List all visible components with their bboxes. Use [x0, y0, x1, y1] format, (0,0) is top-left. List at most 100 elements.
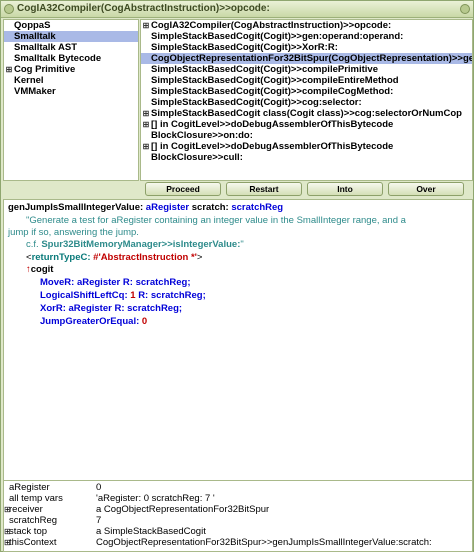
inspector-value: 0 — [96, 482, 102, 493]
stack-frame-item[interactable]: ⊞[] in CogitLevel>>doDebugAssemblerOfThi… — [141, 119, 472, 130]
arg: aRegister — [68, 303, 112, 314]
proceed-button[interactable]: Proceed — [145, 182, 221, 196]
stack-frame-item[interactable]: SimpleStackBasedCogit(Cogit)>>compileCog… — [141, 86, 472, 97]
msg-logicalShiftLeftCq: LogicalShiftLeftCq: — [40, 290, 128, 301]
package-label: Smalltalk Bytecode — [14, 53, 102, 64]
cascade-line-2: LogicalShiftLeftCq: 1 R: scratchReg; — [40, 290, 206, 302]
package-label: QoppaS — [14, 20, 51, 31]
stack-frame-item[interactable]: SimpleStackBasedCogit(Cogit)>>compileEnt… — [141, 75, 472, 86]
package-item[interactable]: Kernel — [4, 75, 138, 86]
restart-button[interactable]: Restart — [226, 182, 302, 196]
stack-frame-item[interactable]: SimpleStackBasedCogit(Cogit)>>gen:operan… — [141, 31, 472, 42]
inspector-key: scratchReg — [9, 515, 58, 526]
context-inspector[interactable]: aRegister 0 all temp vars 'aRegister: 0 scr… — [3, 480, 473, 552]
inspector-row[interactable]: scratchReg 7 — [4, 516, 472, 526]
code-editor[interactable]: genJumpIsSmallIntegerValue: aRegister sc… — [3, 199, 473, 481]
window-title: CogIA32Compiler(CogAbstractInstruction)>… — [17, 3, 270, 14]
package-label: Cog Primitive — [14, 64, 76, 75]
into-button[interactable]: Into — [307, 182, 383, 196]
inspector-row[interactable]: ⊞ thisContext CogObjectRepresentationFor32… — [4, 538, 472, 548]
msg-xorR: XorR: — [40, 303, 66, 314]
package-label: Kernel — [14, 75, 44, 86]
stack-frame-item[interactable]: ⊞ SimpleStackBasedCogit class(Cogit class… — [141, 108, 472, 119]
expand-icon[interactable]: ⊞ — [4, 64, 14, 75]
inspector-row[interactable]: ⊞ receiver a CogObjectRepresentationFor32B… — [4, 505, 472, 515]
stack-frame-label: SimpleStackBasedCogit class(Cogit class)… — [151, 108, 462, 119]
stack-frame-item[interactable]: ⊞ CogIA32Compiler(CogAbstractInstruction)… — [141, 20, 472, 31]
title-bar[interactable]: CogIA32Compiler(CogAbstractInstruction)>… — [1, 1, 473, 18]
debugger-toolbar: Proceed Restart Into Over — [141, 182, 471, 196]
stack-frame-item[interactable]: CogObjectRepresentationFor32BitSpur(CogO… — [141, 53, 472, 64]
inspector-value: a SimpleStackBasedCogit — [96, 526, 206, 537]
pragma-close: > — [196, 252, 203, 263]
pragma-argument: #'AbstractInstruction *' — [93, 252, 197, 263]
stack-frame-label: SimpleStackBasedCogit(Cogit)>>compilePri… — [151, 64, 379, 75]
literal-number: 0 — [141, 316, 148, 327]
stack-frame-item[interactable]: SimpleStackBasedCogit(Cogit)>>XorR:R: — [141, 42, 472, 53]
package-item[interactable]: VMMaker — [4, 86, 138, 97]
stack-frame-label: SimpleStackBasedCogit(Cogit)>>compileEnt… — [151, 75, 399, 86]
selector-keyword: genJumpIsSmallIntegerValue: — [8, 202, 144, 213]
expand-icon[interactable]: ⊞ — [141, 108, 151, 119]
stack-frame-label: CogObjectRepresentationFor32BitSpur(CogO… — [151, 53, 472, 64]
stack-frame-label: SimpleStackBasedCogit(Cogit)>>cog:select… — [151, 97, 362, 108]
stack-frame-item[interactable]: SimpleStackBasedCogit(Cogit)>>cog:select… — [141, 97, 472, 108]
comment-reference: Spur32BitMemoryManager>>isIntegerValue: — [41, 239, 241, 250]
msg-kw: R: — [122, 277, 133, 288]
inspector-value: CogObjectRepresentationFor32BitSpur>>gen… — [96, 537, 432, 548]
stack-frame-label: [] in CogitLevel>>doDebugAssemblerOfThis… — [151, 141, 394, 152]
method-comment-line-3: c.f. Spur32BitMemoryManager>>isIntegerVa… — [26, 239, 244, 251]
inspector-value: 'aRegister: 0 scratchReg: 7 ' — [96, 493, 215, 504]
package-item[interactable]: Smalltalk — [4, 31, 138, 42]
close-icon[interactable] — [4, 4, 14, 14]
stack-frame-item[interactable]: BlockClosure>>cull: — [141, 152, 472, 163]
msg-jumpGreaterOrEqual: JumpGreaterOrEqual: — [40, 316, 140, 327]
stack-frame-label: BlockClosure>>cull: — [151, 152, 243, 163]
debugger-window: CogIA32Compiler(CogAbstractInstruction)>… — [0, 0, 474, 552]
inspector-key: receiver — [9, 504, 43, 515]
expand-icon[interactable]: ⊞ — [141, 119, 151, 130]
inspector-key: stack top — [9, 526, 48, 537]
return-statement: ↑cogit — [26, 264, 53, 276]
method-comment-line-2: jump if so, answering the jump. — [8, 227, 139, 238]
stack-frame-label: CogIA32Compiler(CogAbstractInstruction)>… — [151, 20, 392, 31]
pragma: <returnTypeC: #'AbstractInstruction *'> — [26, 252, 202, 264]
inspector-value: a CogObjectRepresentationFor32BitSpur — [96, 504, 270, 515]
msg-kw: R: — [138, 290, 149, 301]
stack-frame-label: BlockClosure>>on:do: — [151, 130, 253, 141]
cascade-line-3: XorR: aRegister R: scratchReg; — [40, 303, 182, 315]
inspector-value: 7 — [96, 515, 102, 526]
package-label: Smalltalk AST — [14, 42, 78, 53]
stack-frame-item[interactable]: SimpleStackBasedCogit(Cogit)>>compilePri… — [141, 64, 472, 75]
menu-icon[interactable] — [460, 4, 470, 14]
arg: aRegister — [76, 277, 121, 288]
stack-frame-item[interactable]: BlockClosure>>on:do: — [141, 130, 472, 141]
inspector-key: all temp vars — [9, 493, 63, 504]
pragma-keyword: returnTypeC: — [31, 252, 91, 263]
inspector-key: thisContext — [9, 537, 57, 548]
expand-icon[interactable]: ⊞ — [141, 20, 151, 31]
method-signature: genJumpIsSmallIntegerValue: aRegister sc… — [8, 202, 283, 214]
stack-frame-label: SimpleStackBasedCogit(Cogit)>>XorR:R: — [151, 42, 338, 53]
inspector-row[interactable]: all temp vars 'aRegister: 0 scratchReg: 7… — [4, 494, 472, 504]
package-list[interactable]: QoppaS Smalltalk Smalltalk AST Smalltalk By… — [3, 19, 139, 181]
arg: scratchReg; — [150, 290, 206, 301]
package-item[interactable]: QoppaS — [4, 20, 138, 31]
package-item[interactable]: Smalltalk AST — [4, 42, 138, 53]
package-label: VMMaker — [14, 86, 56, 97]
receiver-cogit: cogit — [30, 264, 54, 275]
arg-aRegister: aRegister — [145, 202, 190, 213]
stack-frame-label: [] in CogitLevel>>doDebugAssemblerOfThis… — [151, 119, 394, 130]
package-item[interactable]: ⊞ Cog Primitive — [4, 64, 138, 75]
over-button[interactable]: Over — [388, 182, 464, 196]
stack-frame-item[interactable]: ⊞[] in CogitLevel>>doDebugAssemblerOfThi… — [141, 141, 472, 152]
arg: scratchReg; — [135, 277, 191, 288]
expand-icon[interactable]: ⊞ — [141, 141, 151, 152]
stack-frame-label: SimpleStackBasedCogit(Cogit)>>compileCog… — [151, 86, 394, 97]
stack-list[interactable]: ⊞ CogIA32Compiler(CogAbstractInstruction)… — [140, 19, 473, 181]
inspector-row[interactable]: aRegister 0 — [4, 483, 472, 493]
inspector-key: aRegister — [9, 482, 50, 493]
arg: scratchReg; — [127, 303, 183, 314]
package-item[interactable]: Smalltalk Bytecode — [4, 53, 138, 64]
inspector-row[interactable]: ⊞ stack top a SimpleStackBasedCogit — [4, 527, 472, 537]
